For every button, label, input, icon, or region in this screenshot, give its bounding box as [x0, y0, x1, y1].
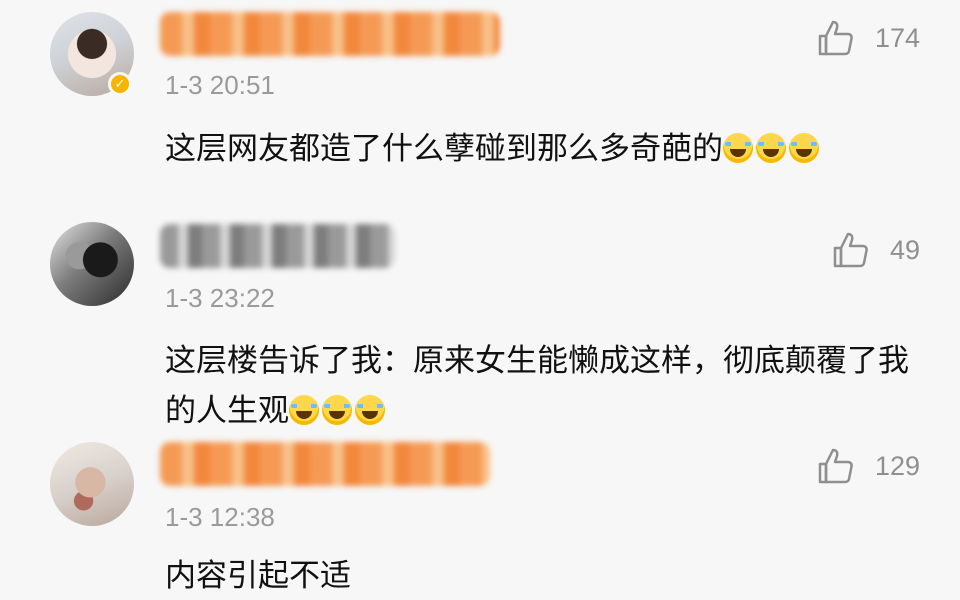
like-count: 174 [874, 22, 920, 53]
username-blurred[interactable] [160, 12, 500, 56]
laughing-crying-emoji [355, 395, 385, 425]
comment-time: 1-3 12:38 [165, 502, 275, 532]
verified-badge-icon: ✓ [108, 72, 132, 96]
like-count: 49 [889, 234, 920, 265]
like-button[interactable]: 49 [830, 230, 920, 270]
like-button[interactable]: 174 [815, 18, 920, 58]
laughing-crying-emoji [723, 133, 753, 163]
like-button[interactable]: 129 [815, 446, 920, 486]
comment-text: 这层楼告诉了我：原来女生能懒成这样，彻底颠覆了我的人生观 [165, 336, 925, 436]
laughing-crying-emoji [322, 395, 352, 425]
comment-feed: ✓ 174 1-3 20:51 这层网友都造了什么孽碰到那么多奇葩的 49 1-… [0, 0, 960, 600]
thumbs-up-icon [833, 232, 868, 268]
thumbs-up-icon [818, 20, 853, 56]
avatar[interactable] [50, 442, 134, 526]
comment-text: 这层网友都造了什么孽碰到那么多奇葩的 [165, 124, 925, 174]
comment-text-content: 这层网友都造了什么孽碰到那么多奇葩的 [165, 131, 723, 167]
comment-time: 1-3 20:51 [165, 70, 275, 100]
comment-text-content: 这层楼告诉了我：原来女生能懒成这样，彻底颠覆了我的人生观 [165, 343, 909, 429]
laughing-crying-emoji [289, 395, 319, 425]
username-blurred[interactable] [160, 442, 490, 486]
username-blurred[interactable] [160, 224, 395, 268]
thumbs-up-icon [818, 448, 853, 484]
avatar[interactable] [50, 222, 134, 306]
comment-text: 内容引起不适 [165, 558, 351, 594]
like-count: 129 [874, 450, 920, 481]
comment-time: 1-3 23:22 [165, 283, 275, 313]
laughing-crying-emoji [789, 133, 819, 163]
laughing-crying-emoji [756, 133, 786, 163]
